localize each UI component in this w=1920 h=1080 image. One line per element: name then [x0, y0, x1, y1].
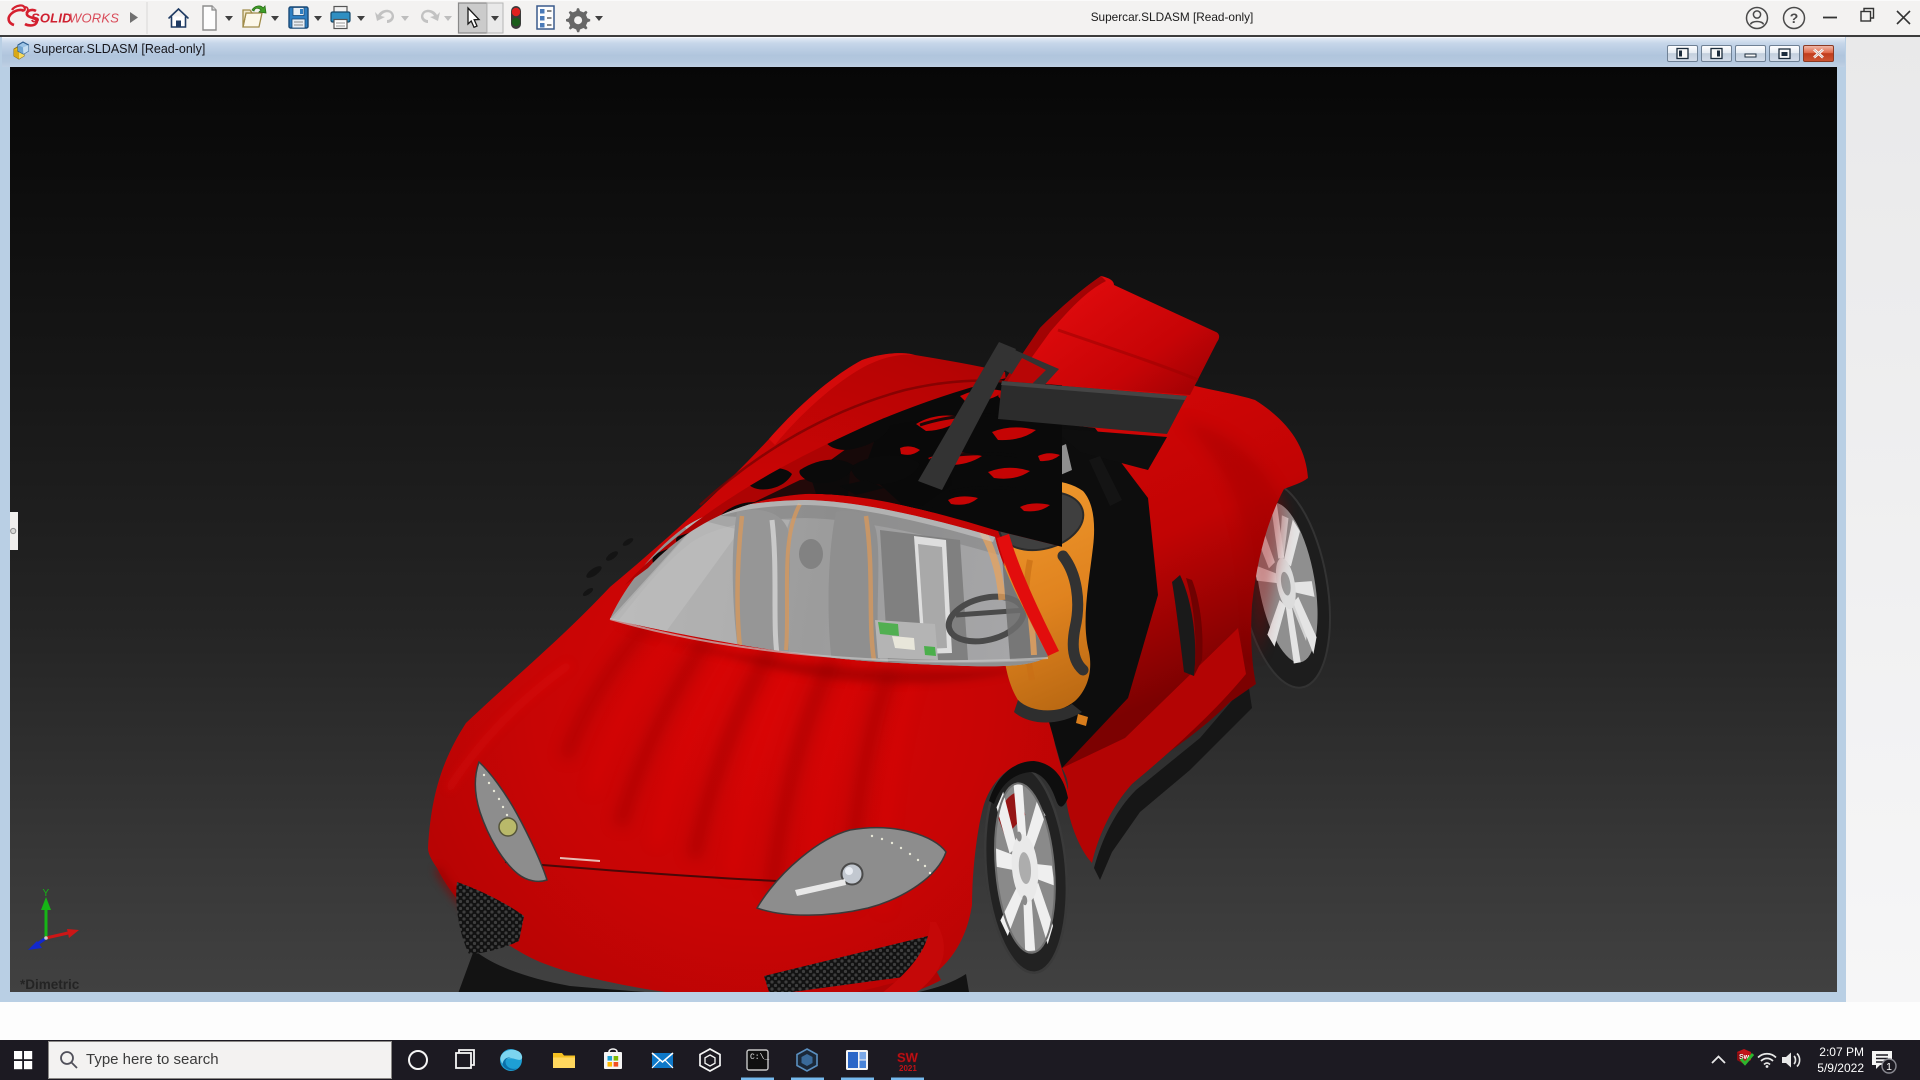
- svg-text:?: ?: [1790, 10, 1799, 26]
- svg-text:Y: Y: [43, 888, 50, 899]
- svg-text:SOLID: SOLID: [31, 11, 72, 26]
- svg-text:2021: 2021: [899, 1064, 917, 1073]
- svg-text:C:\_: C:\_: [750, 1053, 769, 1062]
- svg-text:1: 1: [1886, 1061, 1892, 1073]
- svg-text:WORKS: WORKS: [69, 11, 119, 26]
- svg-text:*Dimetric: *Dimetric: [20, 977, 80, 992]
- svg-text:SW: SW: [897, 1050, 919, 1065]
